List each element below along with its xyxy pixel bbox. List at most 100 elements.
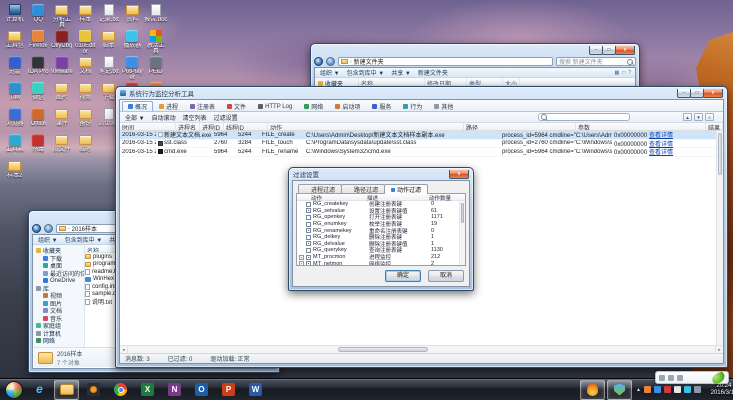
table-column-header[interactable]: 线程ID xyxy=(224,123,268,130)
taskbar-pinned-app[interactable]: X xyxy=(135,380,160,400)
taskbar-pinned-app[interactable]: e xyxy=(27,380,52,400)
command-bar-item[interactable]: 包含到库中 ▼ xyxy=(347,68,385,77)
expand-icon[interactable]: + xyxy=(299,254,304,260)
start-button[interactable] xyxy=(5,380,23,399)
back-button[interactable]: ‹ xyxy=(314,57,323,66)
tab[interactable]: 服务 xyxy=(366,101,397,111)
column-header[interactable]: 大小 xyxy=(503,78,521,85)
taskbar-pinned-app[interactable]: N xyxy=(162,380,187,400)
vertical-scrollbar[interactable] xyxy=(716,131,723,345)
desktop-icon[interactable]: 010Editor xyxy=(74,29,98,55)
close-button[interactable]: × xyxy=(449,169,469,179)
nav-item[interactable]: 网络 xyxy=(33,337,84,345)
forward-button[interactable]: › xyxy=(326,57,335,66)
back-button[interactable]: ‹ xyxy=(32,224,41,233)
checkbox[interactable] xyxy=(306,261,311,265)
tab[interactable]: 文件 xyxy=(221,101,252,111)
ime-icon[interactable] xyxy=(668,374,674,381)
expand-icon[interactable]: + xyxy=(299,261,304,265)
tab[interactable]: 网络 xyxy=(298,101,329,111)
table-column-header[interactable]: 参数 xyxy=(576,123,706,130)
view-button-icon[interactable]: □ xyxy=(622,70,625,76)
desktop-icon[interactable]: 报告.doc xyxy=(144,3,168,29)
command-bar-item[interactable]: 组织 ▼ xyxy=(320,68,340,77)
tray-icon[interactable] xyxy=(663,386,671,393)
taskbar-pinned-app[interactable] xyxy=(54,379,79,400)
tray-icon[interactable] xyxy=(673,386,681,393)
nav-item[interactable]: 音乐 xyxy=(33,315,84,322)
checkbox[interactable] xyxy=(306,228,311,234)
table-column-header[interactable]: 进程名 xyxy=(176,123,200,130)
nav-item[interactable]: 最近访问的位置 xyxy=(33,270,84,277)
nav-item[interactable]: 计算机 xyxy=(33,330,84,337)
tab[interactable]: 启动项 xyxy=(329,101,366,111)
ok-button[interactable]: 确定 xyxy=(385,270,421,282)
desktop-icon[interactable]: 计算机 xyxy=(3,3,27,29)
desktop-icon[interactable]: 资料 xyxy=(121,3,145,29)
nav-item[interactable]: 下载 xyxy=(33,255,84,262)
checkbox[interactable] xyxy=(306,234,311,240)
desktop-icon[interactable]: QQ xyxy=(27,3,51,29)
view-button-icon[interactable]: ? xyxy=(628,70,631,76)
column-header[interactable]: 动作 xyxy=(297,194,367,202)
column-header[interactable]: 名称 xyxy=(359,78,425,85)
desktop-icon[interactable]: 迅雷 xyxy=(3,55,27,81)
desktop-icon[interactable]: 备份 xyxy=(74,107,98,133)
nav-item[interactable]: 文档 xyxy=(33,307,84,315)
taskbar-pinned-app[interactable]: O xyxy=(189,380,214,400)
table-column-header[interactable]: 结果 xyxy=(706,123,723,130)
desktop-icon[interactable]: 记录.txt xyxy=(97,3,121,29)
tab[interactable]: 注册表 xyxy=(184,101,221,111)
table-row[interactable]: 2016-03-15 20:16 cmd.exe 5964 5244 FILE_… xyxy=(120,148,723,157)
desktop-icon[interactable]: 分析工具 xyxy=(50,3,74,29)
tray-icon[interactable] xyxy=(653,386,661,393)
table-column-header[interactable]: 进程ID xyxy=(200,123,224,130)
taskbar-pinned-app[interactable] xyxy=(108,380,133,400)
desktop-icon[interactable]: Firefox xyxy=(27,29,51,55)
command-bar-item[interactable]: 包含到库中 ▼ xyxy=(65,235,103,244)
view-toggle-button[interactable]: ▼ xyxy=(694,113,703,121)
search-input[interactable]: 搜索 新建文件夹 xyxy=(556,57,636,66)
view-button-icon[interactable]: ▦ xyxy=(614,70,619,76)
nav-item[interactable]: OneDrive xyxy=(33,277,84,285)
vertical-scrollbar[interactable] xyxy=(459,201,465,265)
ime-leaf-icon[interactable] xyxy=(710,370,727,385)
taskbar-pinned-app[interactable] xyxy=(81,380,106,400)
toolbar-item[interactable]: 自动滚动 xyxy=(152,113,176,122)
tab[interactable]: 进程 xyxy=(153,101,184,111)
taskbar-pinned-app[interactable]: W xyxy=(243,380,268,400)
tab[interactable]: 其他 xyxy=(428,101,459,111)
desktop-icon[interactable]: 微信 xyxy=(27,81,51,107)
desktop-icon[interactable]: IDA Pro xyxy=(27,55,51,81)
desktop-icon[interactable]: Office xyxy=(27,107,51,133)
desktop-icon[interactable]: 工具箱 xyxy=(3,133,27,159)
minimize-button[interactable]: − xyxy=(677,88,691,98)
tray-icon[interactable] xyxy=(643,386,651,393)
checkbox[interactable] xyxy=(306,201,311,207)
desktop-icon[interactable]: 视频 xyxy=(74,81,98,107)
scroll-right-arrow[interactable]: ► xyxy=(715,346,723,353)
desktop-icon[interactable]: PEiD xyxy=(144,55,168,81)
toolbar-item[interactable]: 清空列表 xyxy=(183,113,207,122)
table-column-header[interactable]: 时间 xyxy=(120,123,176,130)
table-column-header[interactable]: 动作 xyxy=(268,123,464,130)
breadcrumb-segment[interactable]: 2016样本 xyxy=(72,225,97,232)
tab[interactable]: 行为 xyxy=(397,101,428,111)
desktop-icon[interactable]: 临时 xyxy=(74,133,98,159)
desktop-icon[interactable]: OllyDbg xyxy=(50,29,74,55)
desktop-icon[interactable]: 杀毒 xyxy=(27,133,51,159)
checkbox[interactable] xyxy=(306,221,311,227)
titlebar[interactable]: − □ × xyxy=(311,44,639,56)
dialog-tab[interactable]: 动作过滤 xyxy=(384,184,429,194)
scrollbar-thumb[interactable] xyxy=(718,133,722,175)
nav-item[interactable]: 桌面 xyxy=(33,262,84,270)
close-button[interactable]: × xyxy=(703,88,723,98)
desktop-icon[interactable]: 笔记.txt xyxy=(97,55,121,81)
minimize-button[interactable]: − xyxy=(589,45,603,55)
toolbar-item[interactable]: 全部 ▼ xyxy=(125,113,145,122)
desktop-icon[interactable]: 样本2 xyxy=(3,159,27,185)
view-toggle-button[interactable]: ≡ xyxy=(705,113,714,121)
nav-item[interactable]: 库 xyxy=(33,285,84,292)
taskbar-running-app[interactable] xyxy=(580,379,605,400)
horizontal-scrollbar[interactable]: ◄ ► xyxy=(120,345,723,353)
